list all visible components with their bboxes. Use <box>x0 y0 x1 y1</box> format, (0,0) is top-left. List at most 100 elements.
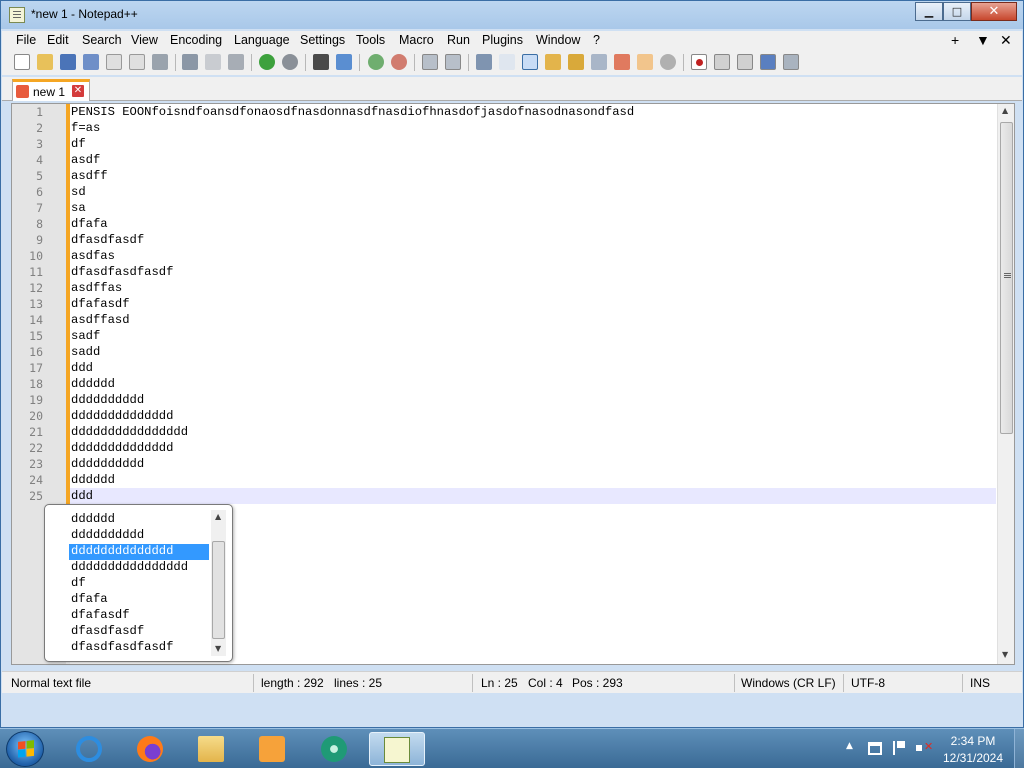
notepad-plus-plus-taskbar-button[interactable] <box>369 732 425 766</box>
show-desktop-button[interactable] <box>1014 729 1024 768</box>
menu-plugins[interactable]: Plugins <box>482 33 523 47</box>
text-line[interactable]: dddddd <box>71 377 115 391</box>
undo-icon[interactable] <box>259 54 275 70</box>
internet-explorer-taskbar-button[interactable] <box>62 732 118 766</box>
text-line[interactable]: sa <box>71 201 86 215</box>
save-all-icon[interactable] <box>83 54 99 70</box>
autocomplete-item[interactable]: dddddddddddddd <box>69 544 209 560</box>
maximize-button[interactable]: □ <box>943 2 971 21</box>
menu-macro[interactable]: Macro <box>399 33 434 47</box>
system-clock[interactable]: 2:34 PM 12/31/2024 <box>938 733 1008 767</box>
close-file-icon[interactable] <box>106 54 122 70</box>
text-line[interactable]: dddddddddddddd <box>71 441 173 455</box>
paste-icon[interactable] <box>228 54 244 70</box>
save-icon[interactable] <box>60 54 76 70</box>
text-line[interactable]: asdf <box>71 153 100 167</box>
green-app-taskbar-button[interactable] <box>307 732 363 766</box>
scroll-up-arrow[interactable]: ▲ <box>1002 106 1008 115</box>
text-line[interactable]: dfasdfasdf <box>71 233 144 247</box>
indent-guide-icon[interactable] <box>522 54 538 70</box>
autocomplete-item[interactable]: dfasdfasdfasdf <box>69 640 209 656</box>
autocomplete-item[interactable]: dfafa <box>69 592 209 608</box>
show-hidden-icons-button[interactable]: ▲ <box>846 741 853 751</box>
close-all-icon[interactable] <box>129 54 145 70</box>
status-insert-mode[interactable]: INS <box>970 676 990 690</box>
new-file-icon[interactable] <box>14 54 30 70</box>
status-encoding[interactable]: UTF-8 <box>851 676 885 690</box>
autocomplete-item[interactable]: dddddddddd <box>69 528 209 544</box>
text-line[interactable]: dfafa <box>71 217 108 231</box>
autocomplete-scrollbar[interactable]: ▲ ▼ <box>211 510 226 656</box>
monitoring-icon[interactable] <box>660 54 676 70</box>
copy-icon[interactable] <box>205 54 221 70</box>
show-all-chars-icon[interactable] <box>499 54 515 70</box>
run-macro-multiple-icon[interactable] <box>760 54 776 70</box>
text-line[interactable]: dfafasdf <box>71 297 130 311</box>
text-line[interactable]: ddd <box>71 489 93 503</box>
text-line[interactable]: dfasdfasdfasdf <box>71 265 173 279</box>
text-line[interactable]: sadd <box>71 345 100 359</box>
firefox-taskbar-button[interactable] <box>123 732 179 766</box>
menu-tools[interactable]: Tools <box>356 33 385 47</box>
text-line[interactable]: dddddddddddddddd <box>71 425 188 439</box>
find-icon[interactable] <box>313 54 329 70</box>
autocomplete-item[interactable]: dfasdfasdf <box>69 624 209 640</box>
tab-new-1[interactable]: new 1 ✕ <box>12 79 90 101</box>
cut-icon[interactable] <box>182 54 198 70</box>
menu-search[interactable]: Search <box>82 33 122 47</box>
text-line[interactable]: asdffas <box>71 281 122 295</box>
text-line[interactable]: PENSIS EOONfoisndfoansdfonaosdfnasdonnas… <box>71 105 634 119</box>
text-line[interactable]: dddddddddd <box>71 457 144 471</box>
stop-macro-icon[interactable] <box>714 54 730 70</box>
close-doc-icon[interactable]: ✕ <box>1000 32 1012 49</box>
zoom-in-icon[interactable] <box>368 54 384 70</box>
text-line[interactable]: sd <box>71 185 86 199</box>
ac-scroll-up-arrow[interactable]: ▲ <box>215 512 221 521</box>
sync-vertical-icon[interactable] <box>422 54 438 70</box>
text-line[interactable]: dddddd <box>71 473 115 487</box>
tab-close-icon[interactable]: ✕ <box>72 85 84 97</box>
open-file-icon[interactable] <box>37 54 53 70</box>
action-center-flag-icon[interactable] <box>893 741 905 755</box>
text-line[interactable]: sadf <box>71 329 100 343</box>
vertical-scrollbar[interactable]: ▲ ▼ <box>997 104 1014 664</box>
save-macro-icon[interactable] <box>783 54 799 70</box>
file-explorer-taskbar-button[interactable] <box>184 732 240 766</box>
play-macro-icon[interactable] <box>737 54 753 70</box>
word-wrap-icon[interactable] <box>476 54 492 70</box>
new-tab-plus-icon[interactable]: + <box>951 32 959 48</box>
scrollbar-thumb[interactable] <box>1000 122 1013 434</box>
autocomplete-item[interactable]: dddddddddddddddd <box>69 560 209 576</box>
menu-settings[interactable]: Settings <box>300 33 345 47</box>
minimize-button[interactable]: ▁ <box>915 2 943 21</box>
replace-icon[interactable] <box>336 54 352 70</box>
function-list-icon[interactable] <box>614 54 630 70</box>
menu-help[interactable]: ? <box>593 33 600 47</box>
menu-window[interactable]: Window <box>536 33 580 47</box>
doc-map-icon[interactable] <box>568 54 584 70</box>
menu-edit[interactable]: Edit <box>47 33 69 47</box>
text-line[interactable]: df <box>71 137 86 151</box>
autocomplete-item[interactable]: df <box>69 576 209 592</box>
sync-horizontal-icon[interactable] <box>445 54 461 70</box>
menu-run[interactable]: Run <box>447 33 470 47</box>
menu-language[interactable]: Language <box>234 33 290 47</box>
media-player-taskbar-button[interactable] <box>245 732 301 766</box>
zoom-out-icon[interactable] <box>391 54 407 70</box>
network-icon[interactable] <box>868 742 882 755</box>
title-bar[interactable]: *new 1 - Notepad++ ▁ □ ✕ <box>1 1 1023 29</box>
doc-list-icon[interactable] <box>591 54 607 70</box>
menu-view[interactable]: View <box>131 33 158 47</box>
folder-workspace-icon[interactable] <box>637 54 653 70</box>
menu-file[interactable]: File <box>16 33 36 47</box>
autocomplete-item[interactable]: dfafasdf <box>69 608 209 624</box>
status-eol[interactable]: Windows (CR LF) <box>741 676 836 690</box>
udl-icon[interactable] <box>545 54 561 70</box>
volume-muted-icon[interactable]: ✕ <box>916 740 933 755</box>
ac-scrollbar-thumb[interactable] <box>212 541 225 639</box>
text-line[interactable]: dddddddddd <box>71 393 144 407</box>
scroll-down-arrow[interactable]: ▼ <box>1002 650 1008 659</box>
redo-icon[interactable] <box>282 54 298 70</box>
autocomplete-item[interactable]: dddddd <box>69 512 209 528</box>
menu-encoding[interactable]: Encoding <box>170 33 222 47</box>
